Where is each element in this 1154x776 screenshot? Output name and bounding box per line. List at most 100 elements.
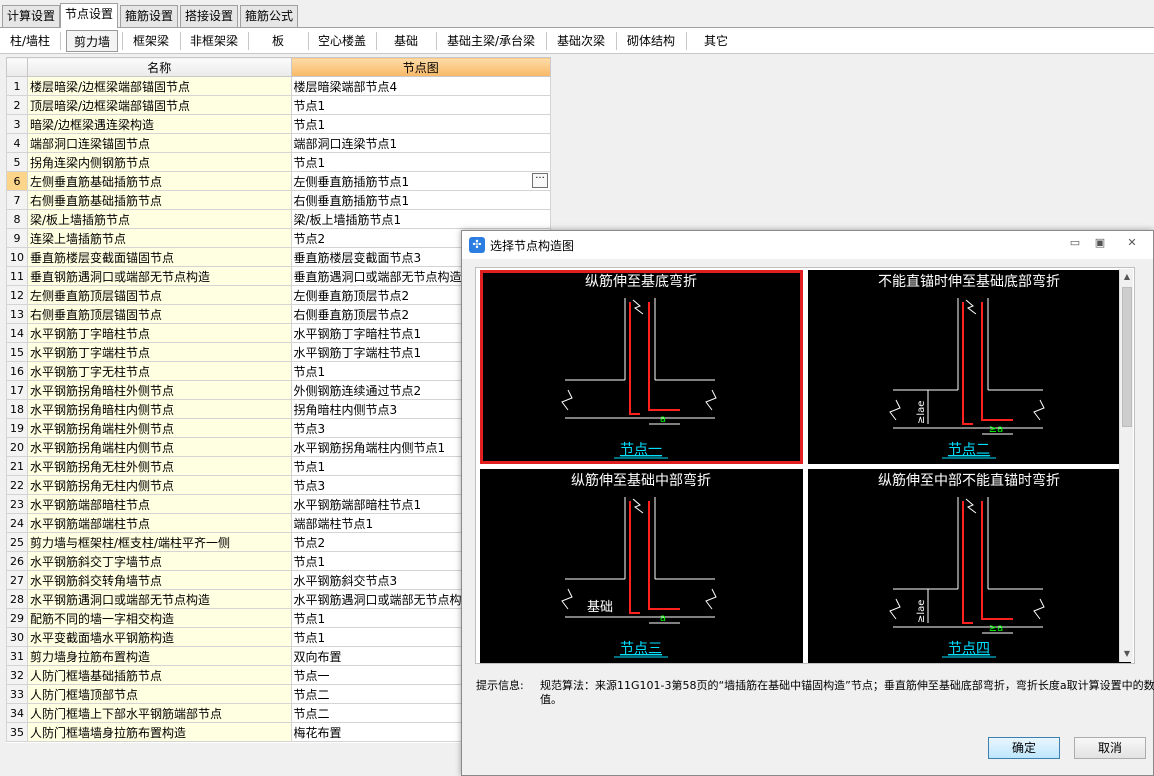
node-name-cell[interactable]: 水平钢筋拐角端柱内侧节点 xyxy=(26,437,292,457)
node-option-2[interactable]: 不能直锚时伸至基础底部弯折 ≥a ≥lae 节点二 xyxy=(808,270,1131,464)
node-name-cell[interactable]: 水平钢筋端部端柱节点 xyxy=(26,513,292,533)
node-name-cell[interactable]: 暗梁/边框梁遇连梁构造 xyxy=(26,114,292,134)
table-row[interactable]: 8 梁/板上墙插筋节点 梁/板上墙插筋节点1 xyxy=(6,209,552,229)
sub-tab-bar: 柱/墙柱 剪力墙 框架梁 非框架梁 板 空心楼盖 基础 基础主梁/承台梁 基础次… xyxy=(0,28,1154,54)
node-name-cell[interactable]: 人防门框墙基础插筋节点 xyxy=(26,665,292,685)
dim-lae-label: ≥lae xyxy=(916,600,927,623)
node-name-cell[interactable]: 水平钢筋斜交转角墙节点 xyxy=(26,570,292,590)
node-value: 垂直筋楼层变截面节点3 xyxy=(293,250,422,265)
node-name-cell[interactable]: 垂直筋楼层变截面锚固节点 xyxy=(26,247,292,267)
node-value-cell[interactable]: 节点1 xyxy=(290,152,552,172)
tab-stirrup-settings[interactable]: 箍筋设置 xyxy=(120,5,178,27)
node-name-cell[interactable]: 水平钢筋拐角无柱外侧节点 xyxy=(26,456,292,476)
node-title: 纵筋伸至基底弯折 xyxy=(585,273,697,290)
node-value-cell[interactable]: 节点1 xyxy=(290,114,552,134)
node-value: 双向布置 xyxy=(293,649,342,664)
app-icon: ✣ xyxy=(469,237,485,253)
node-name-cell[interactable]: 水平钢筋遇洞口或端部无节点构造 xyxy=(26,589,292,609)
tab-calc-settings[interactable]: 计算设置 xyxy=(2,5,60,27)
browse-node-button[interactable]: ··· xyxy=(532,173,548,188)
node-name-cell[interactable]: 人防门框墙墙身拉筋布置构造 xyxy=(26,722,292,742)
node-value-cell[interactable]: 左侧垂直筋插筋节点1 ··· xyxy=(290,171,552,191)
subtab-frame-beam[interactable]: 框架梁 xyxy=(126,30,176,52)
table-row[interactable]: 1 楼层暗梁/边框梁端部锚固节点 楼层暗梁端部节点4 xyxy=(6,76,552,96)
dialog-titlebar[interactable]: ✣ 选择节点构造图 ▭ ▣ ✕ xyxy=(462,231,1153,259)
node-value-cell[interactable]: 右侧垂直筋插筋节点1 xyxy=(290,190,552,210)
ok-button[interactable]: 确定 xyxy=(988,737,1060,759)
tab-stirrup-formula[interactable]: 箍筋公式 xyxy=(240,5,298,27)
close-icon[interactable]: ✕ xyxy=(1122,235,1142,251)
node-name-cell[interactable]: 水平钢筋斜交丁字墙节点 xyxy=(26,551,292,571)
subtab-foundation[interactable]: 基础 xyxy=(380,30,432,52)
dim-a-label: a xyxy=(660,613,666,624)
node-name-cell[interactable]: 右侧垂直筋基础插筋节点 xyxy=(26,190,292,210)
subtab-masonry[interactable]: 砌体结构 xyxy=(620,30,682,52)
node-name-cell[interactable]: 水平钢筋丁字端柱节点 xyxy=(26,342,292,362)
node-name-cell[interactable]: 顶层暗梁/边框梁端部锚固节点 xyxy=(26,95,292,115)
column-header-node[interactable]: 节点图 xyxy=(290,57,552,77)
tab-lap-settings[interactable]: 搭接设置 xyxy=(180,5,238,27)
node-name-cell[interactable]: 人防门框墙上下部水平钢筋端部节点 xyxy=(26,703,292,723)
table-row[interactable]: 5 拐角连梁内侧钢筋节点 节点1 xyxy=(6,152,552,172)
row-number: 16 xyxy=(6,361,28,381)
node-value: 水平钢筋丁字端柱节点1 xyxy=(293,345,422,360)
node-name-cell[interactable]: 水平钢筋拐角端柱外侧节点 xyxy=(26,418,292,438)
divider xyxy=(436,32,437,50)
node-name-cell[interactable]: 左侧垂直筋基础插筋节点 xyxy=(26,171,292,191)
node-value: 拐角暗柱内侧节点3 xyxy=(293,402,398,417)
table-row[interactable]: 2 顶层暗梁/边框梁端部锚固节点 节点1 xyxy=(6,95,552,115)
table-row[interactable]: 6 左侧垂直筋基础插筋节点 左侧垂直筋插筋节点1 ··· xyxy=(6,171,552,191)
subtab-column-wallcol[interactable]: 柱/墙柱 xyxy=(4,30,56,52)
node-name-cell[interactable]: 水平钢筋拐角暗柱内侧节点 xyxy=(26,399,292,419)
node-name-cell[interactable]: 连梁上墙插筋节点 xyxy=(26,228,292,248)
scroll-down-icon[interactable]: ▼ xyxy=(1122,649,1132,659)
scroll-thumb[interactable] xyxy=(1122,287,1132,427)
node-name-cell[interactable]: 水平钢筋拐角无柱内侧节点 xyxy=(26,475,292,495)
table-row[interactable]: 7 右侧垂直筋基础插筋节点 右侧垂直筋插筋节点1 xyxy=(6,190,552,210)
subtab-shear-wall[interactable]: 剪力墙 xyxy=(66,30,118,52)
cancel-button[interactable]: 取消 xyxy=(1074,737,1146,759)
tab-node-settings[interactable]: 节点设置 xyxy=(60,3,118,29)
node-name-cell[interactable]: 梁/板上墙插筋节点 xyxy=(26,209,292,229)
node-value-cell[interactable]: 节点1 xyxy=(290,95,552,115)
table-row[interactable]: 3 暗梁/边框梁遇连梁构造 节点1 xyxy=(6,114,552,134)
node-name-cell[interactable]: 人防门框墙顶部节点 xyxy=(26,684,292,704)
scroll-up-icon[interactable]: ▲ xyxy=(1122,272,1132,282)
subtab-hollow-floor[interactable]: 空心楼盖 xyxy=(312,30,372,52)
node-name-cell[interactable]: 左侧垂直筋顶层锚固节点 xyxy=(26,285,292,305)
node-name-cell[interactable]: 水平变截面墙水平钢筋构造 xyxy=(26,627,292,647)
node-name-cell[interactable]: 水平钢筋丁字暗柱节点 xyxy=(26,323,292,343)
subtab-foundation-main-beam[interactable]: 基础主梁/承台梁 xyxy=(440,30,542,52)
row-number: 21 xyxy=(6,456,28,476)
node-name-cell[interactable]: 垂直钢筋遇洞口或端部无节点构造 xyxy=(26,266,292,286)
node-name-cell[interactable]: 端部洞口连梁锚固节点 xyxy=(26,133,292,153)
row-number: 35 xyxy=(6,722,28,742)
node-name-cell[interactable]: 水平钢筋端部暗柱节点 xyxy=(26,494,292,514)
node-name-cell[interactable]: 水平钢筋丁字无柱节点 xyxy=(26,361,292,381)
node-name-cell[interactable]: 右侧垂直筋顶层锚固节点 xyxy=(26,304,292,324)
node-name-cell[interactable]: 水平钢筋拐角暗柱外侧节点 xyxy=(26,380,292,400)
node-option-3[interactable]: 纵筋伸至基础中部弯折 a 基础 节点三 xyxy=(480,469,803,663)
node-option-1[interactable]: 纵筋伸至基底弯折 a 节点一 xyxy=(480,270,803,464)
divider xyxy=(180,32,181,50)
node-name-cell[interactable]: 配筋不同的墙一字相交构造 xyxy=(26,608,292,628)
node-value-cell[interactable]: 梁/板上墙插筋节点1 xyxy=(290,209,552,229)
node-option-4[interactable]: 纵筋伸至中部不能直锚时弯折 ≥a ≥lae 节点四 xyxy=(808,469,1131,663)
subtab-other[interactable]: 其它 xyxy=(690,30,742,52)
node-name-cell[interactable]: 楼层暗梁/边框梁端部锚固节点 xyxy=(26,76,292,96)
node-name-cell[interactable]: 剪力墙与框架柱/框支柱/端柱平齐一侧 xyxy=(26,532,292,552)
node-name-cell[interactable]: 剪力墙身拉筋布置构造 xyxy=(26,646,292,666)
maximize-icon[interactable]: ▣ xyxy=(1090,235,1110,251)
node-name-cell[interactable]: 拐角连梁内侧钢筋节点 xyxy=(26,152,292,172)
node-value: 节点1 xyxy=(293,611,326,626)
node-value-cell[interactable]: 端部洞口连梁节点1 xyxy=(290,133,552,153)
vertical-scrollbar[interactable]: ▲ ▼ xyxy=(1119,269,1133,662)
subtab-slab[interactable]: 板 xyxy=(252,30,304,52)
subtab-nonframe-beam[interactable]: 非框架梁 xyxy=(184,30,244,52)
column-header-name[interactable]: 名称 xyxy=(26,57,292,77)
node-value-cell[interactable]: 楼层暗梁端部节点4 xyxy=(290,76,552,96)
subtab-foundation-secondary-beam[interactable]: 基础次梁 xyxy=(550,30,612,52)
table-row[interactable]: 4 端部洞口连梁锚固节点 端部洞口连梁节点1 xyxy=(6,133,552,153)
minimize-icon[interactable]: ▭ xyxy=(1065,235,1085,251)
node-value: 节点二 xyxy=(293,706,330,721)
